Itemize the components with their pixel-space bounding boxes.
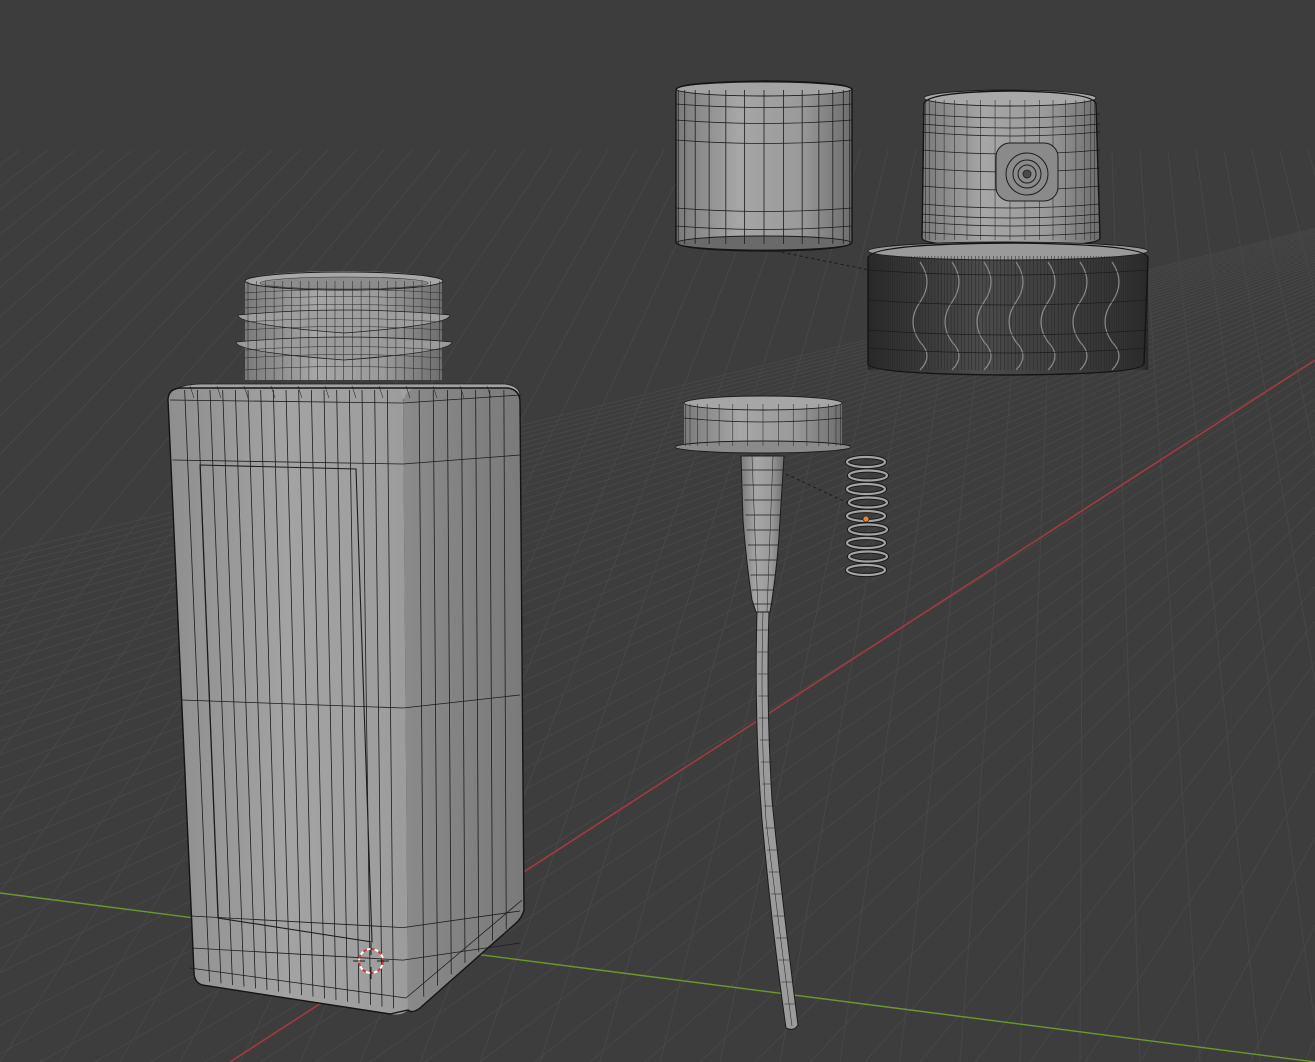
cap-sleeve[interactable] xyxy=(675,80,853,252)
parent-relationship-line xyxy=(769,249,881,273)
threaded-collar[interactable] xyxy=(867,241,1149,376)
grid-line xyxy=(1194,836,1315,1062)
3d-viewport[interactable] xyxy=(0,0,1315,1062)
grid-line xyxy=(599,149,861,1062)
spring-relationship-line xyxy=(785,473,853,506)
bottle-neck xyxy=(235,271,453,380)
grid-line xyxy=(1249,924,1315,1062)
grid-line xyxy=(0,149,161,289)
grid-line xyxy=(0,149,77,211)
nozzle-orifice xyxy=(995,142,1059,202)
grid-line xyxy=(0,149,189,318)
object-origin-dot xyxy=(862,515,870,523)
bottle-body[interactable] xyxy=(167,271,525,1015)
grid-line xyxy=(0,149,49,188)
spray-nozzle-head[interactable] xyxy=(921,89,1101,248)
